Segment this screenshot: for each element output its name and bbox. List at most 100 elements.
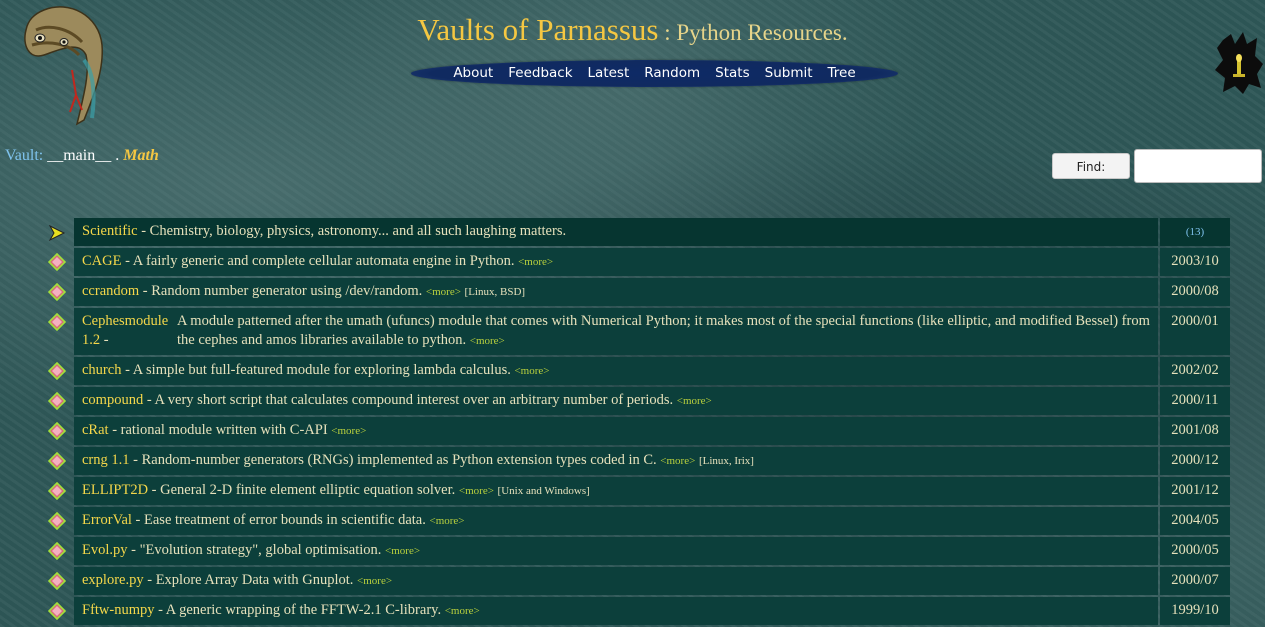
nav-feedback[interactable]: Feedback <box>508 62 572 84</box>
entry-platform: [Unix and Windows] <box>497 485 590 497</box>
nav-tree[interactable]: Tree <box>828 62 856 84</box>
breadcrumb-separator: . <box>115 147 120 164</box>
nav-about[interactable]: About <box>453 62 493 84</box>
list-item: ELLIPT2D - General 2-D finite element el… <box>40 477 1232 505</box>
more-link[interactable]: <more> <box>660 455 695 467</box>
entry-date: 2000/07 <box>1171 572 1219 588</box>
entry-name[interactable]: Evol.py <box>82 542 128 558</box>
category-count-cell: (13) <box>1160 218 1230 246</box>
entry-name[interactable]: explore.py <box>82 572 144 588</box>
entry-name[interactable]: ccrandom <box>82 283 139 299</box>
entry-date-cell: 2000/05 <box>1160 537 1230 565</box>
diamond-icon <box>40 278 74 306</box>
entry-date: 2000/01 <box>1171 313 1219 329</box>
find-button[interactable]: Find: <box>1052 153 1130 179</box>
entry-name[interactable]: ErrorVal <box>82 512 132 528</box>
entry-cell: explore.py - Explore Array Data with Gnu… <box>74 567 1158 595</box>
entry-description: Random number generator using /dev/rando… <box>151 283 423 299</box>
list-item: Evol.py - "Evolution strategy", global o… <box>40 537 1232 565</box>
diamond-icon <box>40 248 74 276</box>
entry-date: 2000/08 <box>1171 283 1219 299</box>
entry-name[interactable]: ELLIPT2D <box>82 482 148 498</box>
nav-stats[interactable]: Stats <box>715 62 749 84</box>
category-row: Scientific - Chemistry, biology, physics… <box>40 218 1232 246</box>
diamond-icon <box>40 387 74 415</box>
category-description: Chemistry, biology, physics, astronomy..… <box>149 223 567 239</box>
diamond-icon <box>40 507 74 535</box>
entry-name[interactable]: Fftw-numpy <box>82 602 155 618</box>
entry-name[interactable]: Cephesmodule 1.2 <box>82 313 168 348</box>
diamond-icon <box>40 308 74 355</box>
entry-date-cell: 2003/10 <box>1160 248 1230 276</box>
breadcrumb-main[interactable]: __main__ <box>47 147 111 164</box>
resource-list: Scientific - Chemistry, biology, physics… <box>40 218 1232 627</box>
breadcrumb-label: Vault: <box>5 147 44 164</box>
more-link[interactable]: <more> <box>445 605 480 617</box>
more-link[interactable]: <more> <box>470 335 505 347</box>
entry-cell: church - A simple but full-featured modu… <box>74 357 1158 385</box>
more-link[interactable]: <more> <box>385 545 420 557</box>
diamond-icon <box>40 417 74 445</box>
entry-date-cell: 2000/12 <box>1160 447 1230 475</box>
more-link[interactable]: <more> <box>426 286 461 298</box>
entry-description: Ease treatment of error bounds in scient… <box>144 512 426 528</box>
entry-date: 1999/10 <box>1171 602 1219 618</box>
entry-name[interactable]: church <box>82 362 121 378</box>
list-item: crng 1.1 - Random-number generators (RNG… <box>40 447 1232 475</box>
entry-cell: cRat - rational module written with C-AP… <box>74 417 1158 445</box>
nav-latest[interactable]: Latest <box>588 62 630 84</box>
category-link[interactable]: Scientific <box>82 223 138 239</box>
title-main[interactable]: Vaults of Parnassus <box>417 12 658 47</box>
category-cell: Scientific - Chemistry, biology, physics… <box>74 218 1158 246</box>
list-item: CAGE - A fairly generic and complete cel… <box>40 248 1232 276</box>
entry-name[interactable]: CAGE <box>82 253 121 269</box>
entry-cell: compound - A very short script that calc… <box>74 387 1158 415</box>
breadcrumb-current: Math <box>123 147 159 164</box>
nav-random[interactable]: Random <box>644 62 700 84</box>
entry-cell: crng 1.1 - Random-number generators (RNG… <box>74 447 1158 475</box>
entry-date: 2000/11 <box>1171 392 1219 408</box>
list-item: ccrandom - Random number generator using… <box>40 278 1232 306</box>
title-subtitle: Python Resources. <box>676 20 848 45</box>
more-link[interactable]: <more> <box>357 575 392 587</box>
diamond-icon <box>40 567 74 595</box>
more-link[interactable]: <more> <box>459 485 494 497</box>
category-count: (13) <box>1185 226 1205 238</box>
entry-name[interactable]: cRat <box>82 422 109 438</box>
entry-date-cell: 2002/02 <box>1160 357 1230 385</box>
entry-date: 2000/12 <box>1171 452 1219 468</box>
entry-description: A fairly generic and complete cellular a… <box>132 253 515 269</box>
title-separator: : <box>658 20 677 45</box>
search-input[interactable] <box>1134 149 1262 183</box>
entry-name[interactable]: compound <box>82 392 143 408</box>
entry-platform: [Linux, Irix] <box>698 455 754 467</box>
arrow-icon <box>40 218 74 246</box>
entry-name[interactable]: crng 1.1 <box>82 452 130 468</box>
entry-date-cell: 1999/10 <box>1160 597 1230 625</box>
list-item: Fftw-numpy - A generic wrapping of the F… <box>40 597 1232 625</box>
entry-cell: ccrandom - Random number generator using… <box>74 278 1158 306</box>
main-nav: About Feedback Latest Random Stats Submi… <box>411 62 898 84</box>
entry-platform: [Linux, BSD] <box>464 286 526 298</box>
more-link[interactable]: <more> <box>514 365 549 377</box>
entry-description: Random-number generators (RNGs) implemen… <box>141 452 657 468</box>
entry-description: Explore Array Data with Gnuplot. <box>155 572 354 588</box>
diamond-icon <box>40 357 74 385</box>
diamond-icon <box>40 447 74 475</box>
entry-date: 2000/05 <box>1171 542 1219 558</box>
list-item: compound - A very short script that calc… <box>40 387 1232 415</box>
entry-cell: Evol.py - "Evolution strategy", global o… <box>74 537 1158 565</box>
entry-cell: CAGE - A fairly generic and complete cel… <box>74 248 1158 276</box>
more-link[interactable]: <more> <box>331 425 366 437</box>
more-link[interactable]: <more> <box>677 395 712 407</box>
entry-date: 2003/10 <box>1171 253 1219 269</box>
more-link[interactable]: <more> <box>429 515 464 527</box>
site-title: Vaults of Parnassus : Python Resources. <box>0 12 1265 48</box>
entry-description: rational module written with C-API <box>120 422 328 438</box>
diamond-icon <box>40 477 74 505</box>
more-link[interactable]: <more> <box>518 256 553 268</box>
entry-description: "Evolution strategy", global optimisatio… <box>139 542 382 558</box>
entry-date: 2004/05 <box>1171 512 1219 528</box>
nav-submit[interactable]: Submit <box>765 62 813 84</box>
list-item: Cephesmodule 1.2 -A module patterned aft… <box>40 308 1232 355</box>
